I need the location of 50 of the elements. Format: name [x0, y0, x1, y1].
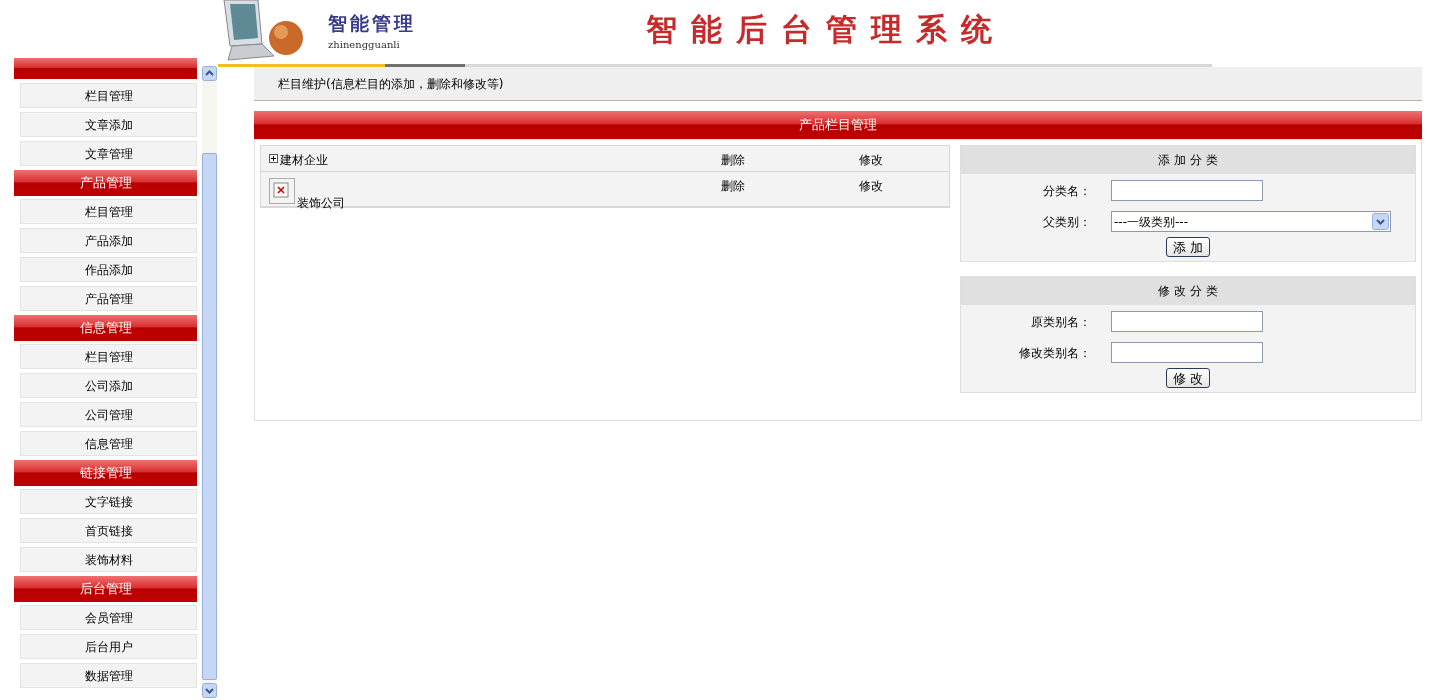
field-label: 父类别：: [1042, 213, 1091, 231]
scroll-up-icon[interactable]: [202, 66, 217, 81]
text-field[interactable]: [1111, 311, 1263, 332]
scrollbar[interactable]: [202, 66, 217, 698]
sidebar-item[interactable]: 公司添加: [20, 373, 197, 398]
text-field[interactable]: [1111, 180, 1263, 201]
sidebar-section-header: 链接管理: [14, 460, 197, 486]
edit-link[interactable]: 修改: [859, 151, 883, 169]
category-name: 建材企业: [280, 152, 328, 169]
parent-category-select[interactable]: ---一级类别---: [1111, 211, 1391, 232]
system-title: 智能后台管理系统: [646, 14, 1006, 45]
sidebar-section-header: 产品管理: [14, 170, 197, 196]
text-field[interactable]: [1111, 342, 1263, 363]
sidebar-item[interactable]: 会员管理: [20, 605, 197, 630]
category-name: 装饰公司: [297, 195, 345, 212]
sidebar-item[interactable]: 文章管理: [20, 141, 197, 166]
scroll-thumb[interactable]: [202, 153, 217, 680]
submit-button[interactable]: 添 加: [1165, 237, 1211, 257]
sidebar-item[interactable]: 装饰材料: [20, 547, 197, 572]
field-label: 原类别名：: [1030, 313, 1091, 331]
field-label: 分类名：: [1042, 182, 1091, 200]
submit-button[interactable]: 修 改: [1165, 368, 1211, 388]
sidebar-item[interactable]: 产品管理: [20, 286, 197, 311]
sidebar-item[interactable]: 后台用户: [20, 634, 197, 659]
form-title: 修 改 分 类: [1158, 283, 1218, 300]
broken-image-icon: [269, 178, 295, 204]
delete-link[interactable]: 删除: [721, 177, 859, 195]
sidebar-item[interactable]: 文章添加: [20, 112, 197, 137]
sidebar-item[interactable]: 文字链接: [20, 489, 197, 514]
edit-link[interactable]: 修改: [859, 177, 883, 195]
breadcrumb: 栏目维护(信息栏目的添加，删除和修改等): [278, 75, 504, 93]
logo-subtitle: zhinengguanli: [328, 38, 401, 52]
sidebar-item[interactable]: 栏目管理: [20, 344, 197, 369]
sidebar-item[interactable]: 产品添加: [20, 228, 197, 253]
sidebar-item[interactable]: 信息管理: [20, 431, 197, 456]
expand-plus-icon[interactable]: [269, 154, 278, 163]
sidebar-item[interactable]: 公司管理: [20, 402, 197, 427]
sidebar-item[interactable]: 栏目管理: [20, 83, 197, 108]
sidebar-item[interactable]: 首页链接: [20, 518, 197, 543]
scroll-down-icon[interactable]: [202, 683, 217, 698]
field-label: 修改类别名：: [1018, 344, 1091, 362]
sidebar-section-header: 信息管理: [14, 315, 197, 341]
delete-link[interactable]: 删除: [721, 151, 859, 169]
sidebar-section-header: 后台管理: [14, 576, 197, 602]
panel-title: 产品栏目管理: [254, 111, 1422, 139]
sidebar-item[interactable]: 数据管理: [20, 663, 197, 688]
sidebar-item[interactable]: 作品添加: [20, 257, 197, 282]
logo-title: 智能管理: [328, 14, 416, 33]
form-title: 添 加 分 类: [1158, 152, 1218, 169]
sidebar-item[interactable]: 栏目管理: [20, 199, 197, 224]
